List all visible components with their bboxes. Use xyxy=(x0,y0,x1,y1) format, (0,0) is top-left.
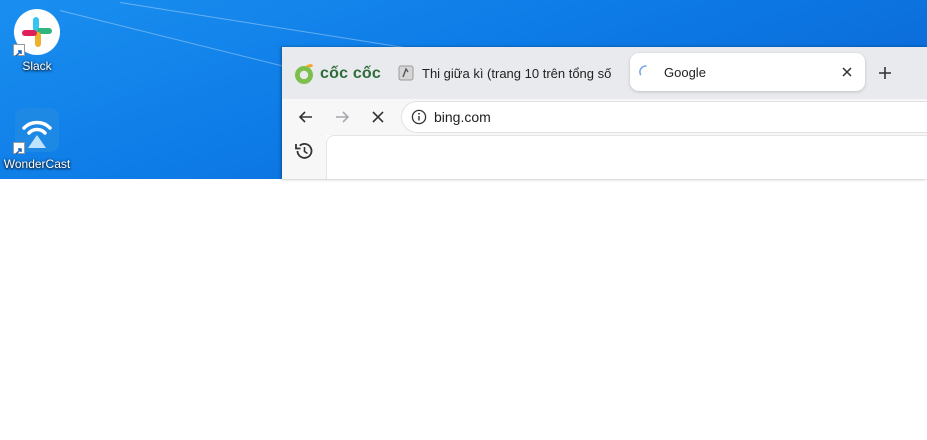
desktop-icon-label: WonderCast xyxy=(3,157,71,171)
back-arrow-icon[interactable] xyxy=(296,107,316,127)
desktop-icon-wondercast[interactable]: WonderCast xyxy=(0,106,74,171)
info-icon[interactable] xyxy=(411,109,427,125)
forward-arrow-icon[interactable] xyxy=(332,107,352,127)
tab-quiz[interactable]: Thi giữa kì (trang 10 trên tổng số 3 xyxy=(398,56,618,90)
loading-spinner-icon xyxy=(639,65,647,76)
page-content[interactable] xyxy=(326,135,927,179)
tab-strip: cốc cốc Thi giữa kì (trang 10 trên tổng … xyxy=(282,47,927,99)
quiz-page-favicon xyxy=(398,65,414,81)
wallpaper-light-streak xyxy=(119,2,417,50)
browser-window: cốc cốc Thi giữa kì (trang 10 trên tổng … xyxy=(282,47,927,179)
coccoc-brand[interactable]: cốc cốc xyxy=(293,63,381,85)
close-tab-icon[interactable] xyxy=(839,64,855,80)
brand-name: cốc cốc xyxy=(320,65,381,82)
shortcut-arrow-icon xyxy=(13,142,25,155)
new-tab-plus-icon[interactable] xyxy=(876,64,894,82)
address-text[interactable]: bing.com xyxy=(434,109,491,125)
slack-logo-icon xyxy=(13,8,61,57)
navigation-toolbar: bing.com xyxy=(282,99,927,135)
tab-title: Thi giữa kì (trang 10 trên tổng số 3 xyxy=(422,65,612,81)
tab-google[interactable]: Google xyxy=(630,53,865,91)
address-bar[interactable]: bing.com xyxy=(402,102,927,132)
side-panel xyxy=(282,135,326,179)
tab-title: Google xyxy=(664,64,706,80)
stop-loading-icon[interactable] xyxy=(368,107,388,127)
desktop-icon-slack[interactable]: Slack xyxy=(0,8,74,73)
desktop-icon-label: Slack xyxy=(22,59,52,73)
coccoc-logo-icon xyxy=(295,64,313,84)
shortcut-arrow-icon xyxy=(13,44,25,57)
history-icon[interactable] xyxy=(293,140,315,162)
wondercast-logo-icon xyxy=(13,106,61,155)
